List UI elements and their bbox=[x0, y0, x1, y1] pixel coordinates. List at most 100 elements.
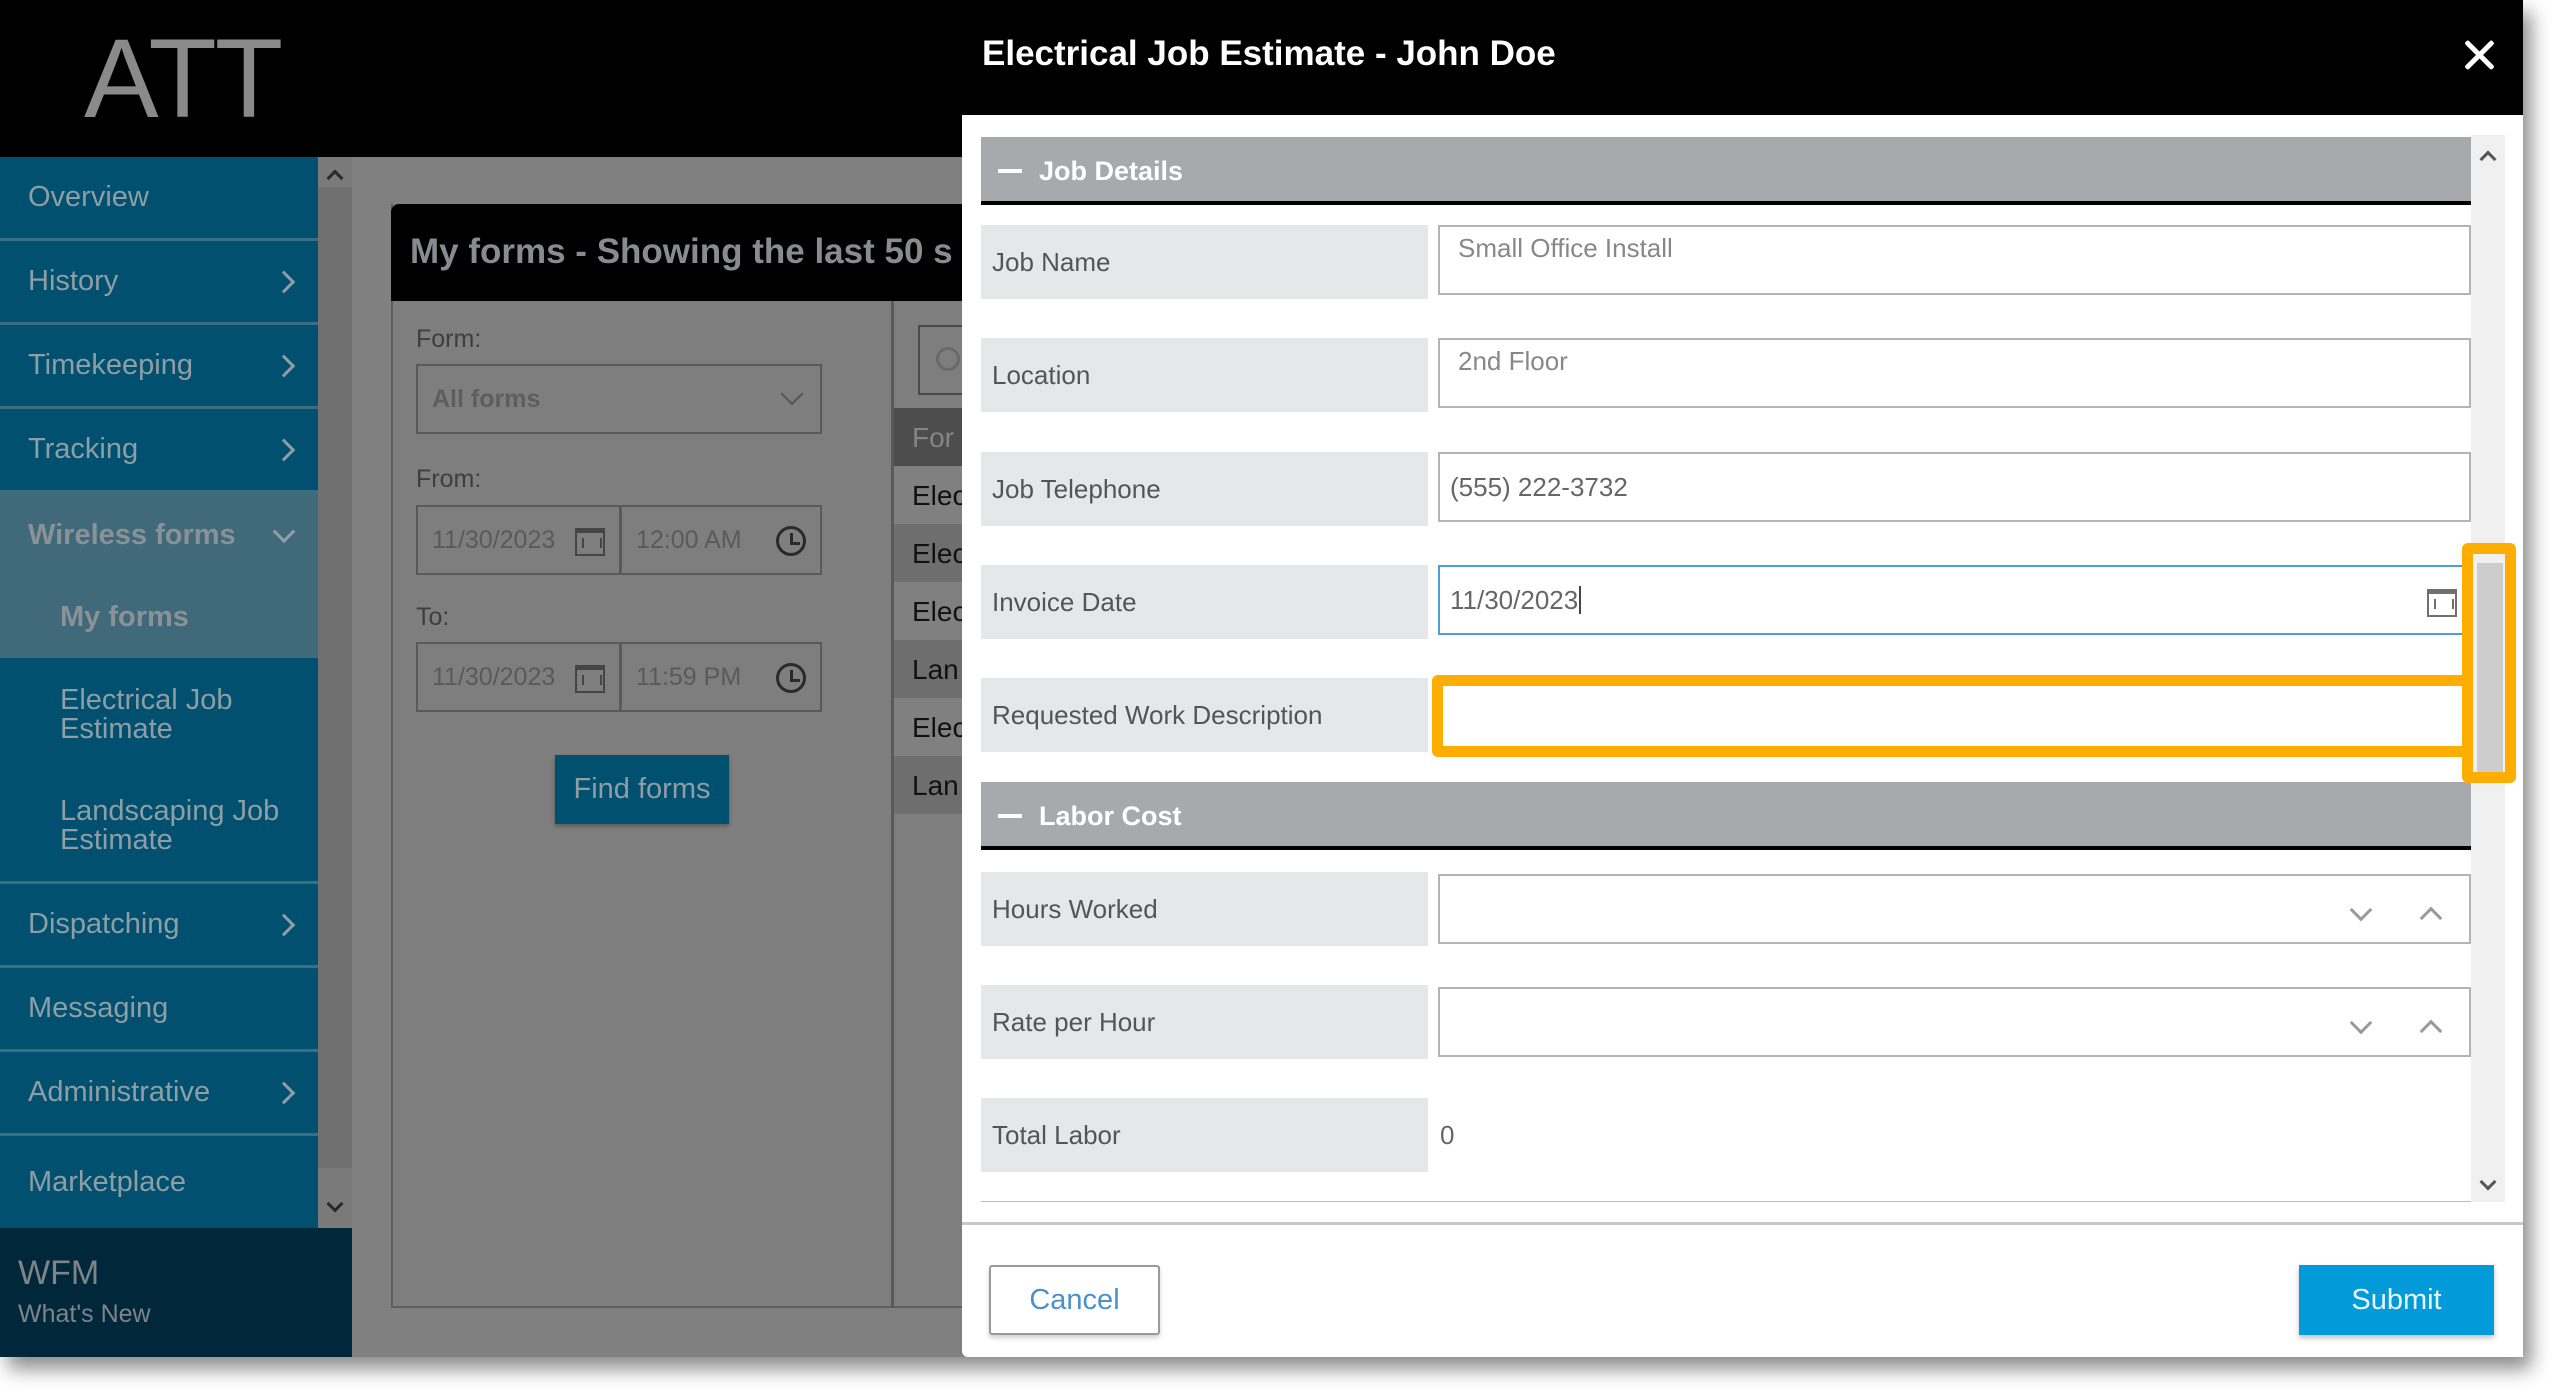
hours-worked-label: Hours Worked bbox=[981, 872, 1428, 946]
sidebar-item-messaging[interactable]: Messaging bbox=[0, 968, 318, 1052]
forms-list-row[interactable]: Lan bbox=[894, 640, 964, 698]
sidebar-subitem-landscaping-job-estimate[interactable]: Landscaping Job Estimate bbox=[0, 771, 318, 884]
sidebar-subitem-my-forms[interactable]: My forms bbox=[0, 577, 318, 658]
invoice-date-value: 11/30/2023 bbox=[1450, 584, 1579, 615]
forms-list-row[interactable]: Lan bbox=[894, 756, 964, 814]
form-select[interactable]: All forms bbox=[416, 364, 822, 434]
scroll-down-icon[interactable] bbox=[2479, 1173, 2497, 1191]
calendar-icon[interactable] bbox=[575, 528, 605, 556]
to-time-value: 11:59 PM bbox=[636, 662, 742, 691]
sidebar-item-label: Timekeeping bbox=[28, 349, 193, 381]
scrollbar-thumb[interactable] bbox=[2477, 563, 2503, 778]
app-window: ATT Overview History Timekeeping Trackin… bbox=[0, 0, 2523, 1357]
form-select-value: All forms bbox=[432, 384, 541, 413]
dialog-footer: Cancel Submit bbox=[962, 1222, 2523, 1357]
hours-worked-input[interactable] bbox=[1438, 874, 2471, 944]
invoice-date-label: Invoice Date bbox=[981, 565, 1428, 639]
chevron-down-icon[interactable] bbox=[2349, 898, 2373, 922]
sidebar-item-label: Electrical Job Estimate bbox=[60, 683, 233, 745]
submit-button[interactable]: Submit bbox=[2299, 1265, 2494, 1335]
sidebar-subitem-electrical-job-estimate[interactable]: Electrical Job Estimate bbox=[0, 658, 318, 771]
dialog-scrollbar[interactable] bbox=[2471, 135, 2505, 1202]
dialog-scroll-area: Job Details Job Name Small Office Instal… bbox=[962, 115, 2523, 1202]
forms-list-row[interactable]: Elec bbox=[894, 466, 964, 524]
scroll-up-icon[interactable] bbox=[2479, 150, 2497, 168]
section-title: Job Details bbox=[1039, 156, 1184, 186]
sidebar-item-marketplace[interactable]: Marketplace bbox=[0, 1136, 318, 1228]
clock-icon[interactable] bbox=[776, 526, 806, 556]
collapse-icon[interactable] bbox=[998, 814, 1022, 818]
job-name-label: Job Name bbox=[981, 225, 1428, 299]
chevron-up-icon[interactable] bbox=[2419, 1019, 2443, 1043]
sidebar-item-label: Marketplace bbox=[28, 1165, 186, 1198]
sidebar-item-history[interactable]: History bbox=[0, 241, 318, 325]
electrical-job-estimate-dialog: Electrical Job Estimate - John Doe Job D… bbox=[962, 0, 2523, 1357]
section-labor-cost[interactable]: Labor Cost bbox=[981, 782, 2471, 850]
total-labor-label: Total Labor bbox=[981, 1098, 1428, 1172]
requested-work-label: Requested Work Description bbox=[981, 678, 1428, 752]
forms-list-row[interactable]: Elec bbox=[894, 524, 964, 582]
whats-new-link[interactable]: What's New bbox=[18, 1300, 151, 1329]
sidebar-item-administrative[interactable]: Administrative bbox=[0, 1052, 318, 1136]
forms-list-row[interactable]: Elec bbox=[894, 582, 964, 640]
chevron-right-icon bbox=[272, 913, 296, 936]
collapse-icon[interactable] bbox=[998, 169, 1022, 173]
invoice-date-input[interactable]: 11/30/2023 bbox=[1438, 565, 2471, 635]
to-date-input[interactable]: 11/30/2023 bbox=[416, 642, 621, 712]
chevron-up-icon[interactable] bbox=[2419, 906, 2443, 930]
calendar-icon[interactable] bbox=[575, 665, 605, 693]
to-label: To: bbox=[416, 603, 450, 631]
job-name-input[interactable]: Small Office Install bbox=[1438, 225, 2471, 295]
forms-list-header[interactable]: For bbox=[894, 408, 964, 466]
sidebar-nav: Overview History Timekeeping Tracking Wi… bbox=[0, 157, 318, 1228]
chevron-down-icon[interactable] bbox=[2349, 1011, 2373, 1035]
calendar-icon[interactable] bbox=[2427, 589, 2457, 617]
chevron-right-icon bbox=[272, 1081, 296, 1104]
sidebar-item-label: Landscaping Job Estimate bbox=[60, 795, 280, 856]
location-input[interactable]: 2nd Floor bbox=[1438, 338, 2471, 408]
sidebar-item-wireless-forms[interactable]: Wireless forms bbox=[0, 493, 318, 577]
sidebar-scrollbar[interactable] bbox=[318, 157, 352, 1228]
from-date-value: 11/30/2023 bbox=[432, 525, 556, 554]
total-labor-value: 0 bbox=[1440, 1119, 1455, 1150]
from-date-input[interactable]: 11/30/2023 bbox=[416, 505, 621, 575]
forms-list-row[interactable]: Elec bbox=[894, 698, 964, 756]
sidebar-item-label: Overview bbox=[28, 181, 149, 213]
sidebar-item-dispatching[interactable]: Dispatching bbox=[0, 884, 318, 968]
wfm-footer: WFM What's New bbox=[0, 1228, 352, 1357]
cancel-button[interactable]: Cancel bbox=[989, 1265, 1160, 1335]
from-time-input[interactable]: 12:00 AM bbox=[620, 505, 822, 575]
my-forms-panel-header: My forms - Showing the last 50 s bbox=[391, 204, 1031, 301]
form-label: Form: bbox=[416, 325, 482, 353]
requested-work-input[interactable] bbox=[1438, 680, 2471, 750]
job-telephone-label: Job Telephone bbox=[981, 452, 1428, 526]
clock-icon[interactable] bbox=[776, 663, 806, 693]
sidebar-item-overview[interactable]: Overview bbox=[0, 157, 318, 241]
from-label: From: bbox=[416, 465, 482, 493]
job-telephone-input[interactable]: (555) 222-3732 bbox=[1438, 452, 2471, 522]
rate-per-hour-label: Rate per Hour bbox=[981, 985, 1428, 1059]
chevron-right-icon bbox=[272, 354, 296, 377]
close-icon[interactable] bbox=[2457, 34, 2501, 78]
to-time-input[interactable]: 11:59 PM bbox=[620, 642, 822, 712]
sidebar-item-label: Wireless forms bbox=[28, 518, 236, 551]
sidebar-item-label: Dispatching bbox=[28, 908, 180, 940]
sidebar-item-timekeeping[interactable]: Timekeeping bbox=[0, 325, 318, 409]
from-time-value: 12:00 AM bbox=[636, 525, 742, 554]
wfm-title: WFM bbox=[18, 1254, 100, 1292]
sidebar-item-label: Messaging bbox=[28, 992, 169, 1024]
sidebar-item-tracking[interactable]: Tracking bbox=[0, 409, 318, 493]
search-icon bbox=[936, 347, 960, 371]
sidebar-item-label: My forms bbox=[60, 601, 189, 633]
dialog-header: Electrical Job Estimate - John Doe bbox=[962, 0, 2523, 115]
forms-search-input[interactable] bbox=[918, 325, 968, 395]
rate-per-hour-input[interactable] bbox=[1438, 987, 2471, 1057]
find-forms-button[interactable]: Find forms bbox=[555, 755, 729, 824]
text-caret bbox=[1579, 586, 1582, 614]
section-job-details[interactable]: Job Details bbox=[981, 137, 2471, 205]
location-label: Location bbox=[981, 338, 1428, 412]
sidebar-item-label: History bbox=[28, 265, 119, 297]
panel-title: My forms - Showing the last 50 s bbox=[410, 232, 953, 271]
divider bbox=[981, 1201, 2471, 1202]
to-date-value: 11/30/2023 bbox=[432, 662, 556, 691]
